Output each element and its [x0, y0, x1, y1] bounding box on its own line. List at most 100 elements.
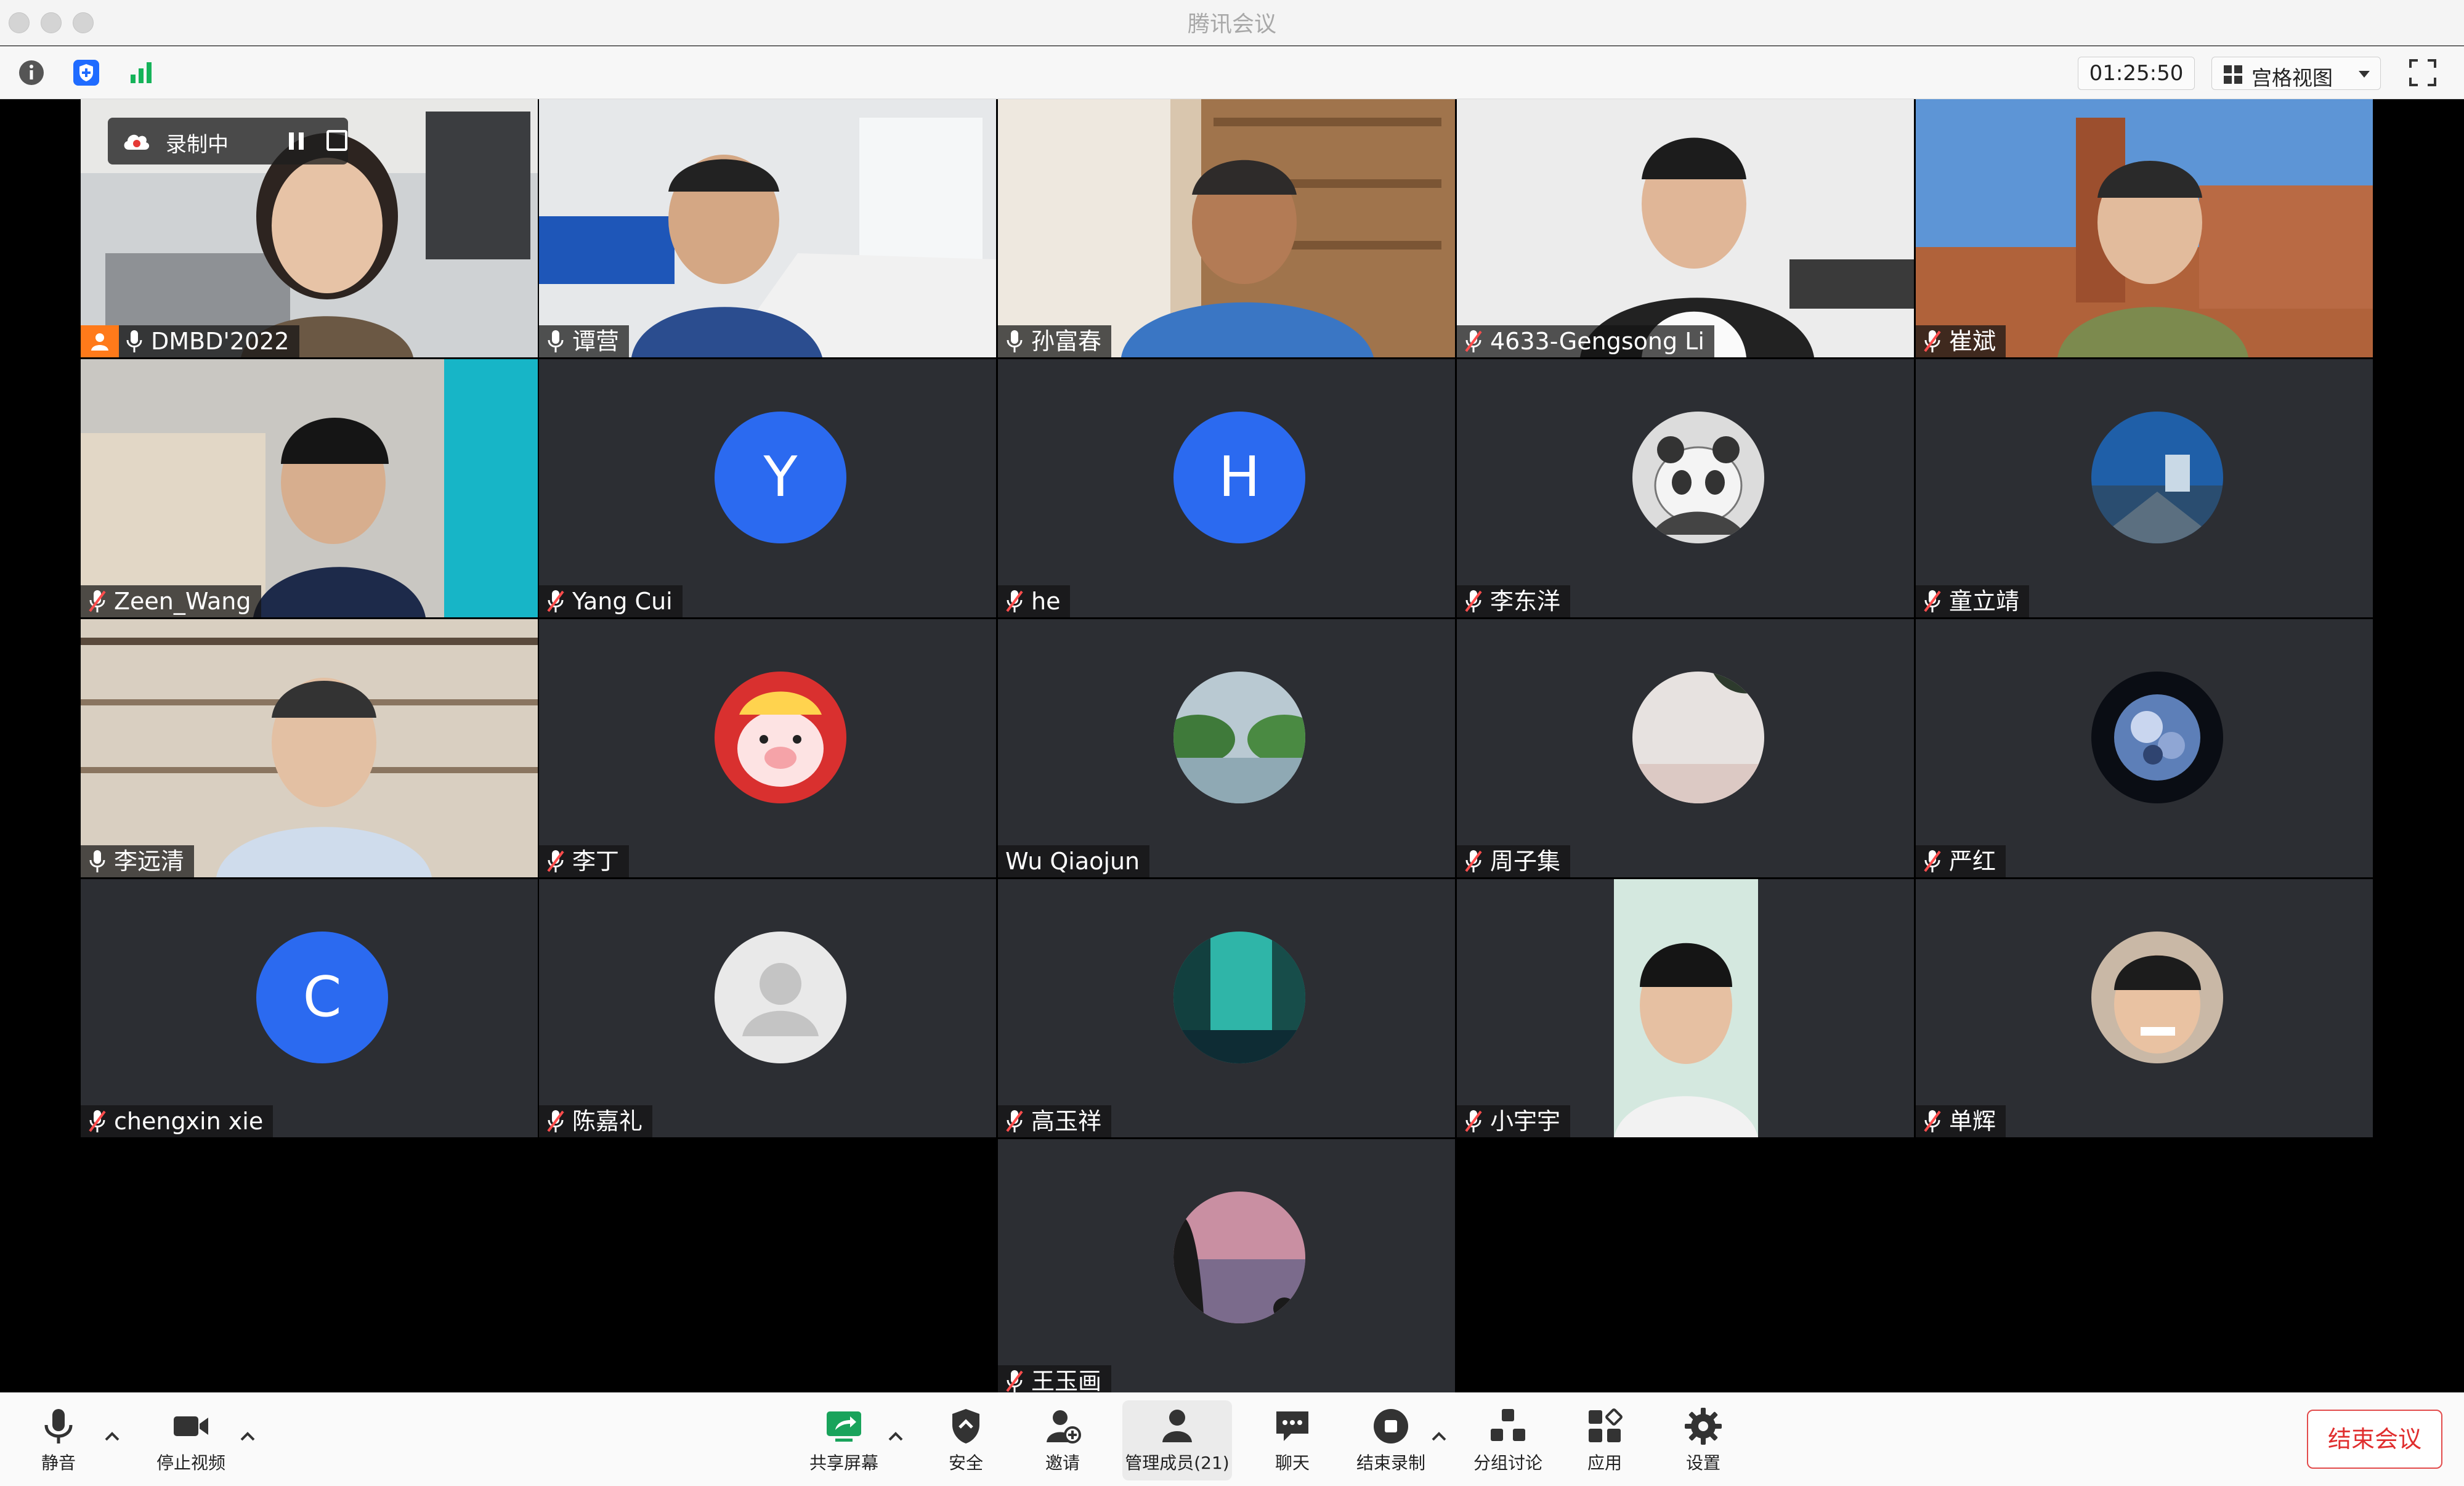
microphone-icon	[44, 1409, 73, 1443]
participant-tile[interactable]: 童立靖	[1916, 359, 2373, 617]
participant-tile[interactable]: 录制中 DMBD'2022	[81, 99, 538, 357]
apps-button[interactable]: 应用	[1568, 1400, 1642, 1480]
invite-button[interactable]: 邀请	[1026, 1400, 1100, 1480]
pause-recording-icon[interactable]	[285, 130, 307, 152]
avatar	[2091, 412, 2223, 543]
microphone-muted-icon	[89, 590, 106, 612]
mute-button[interactable]: 静音	[25, 1400, 92, 1480]
stop-video-button[interactable]: 停止视频	[145, 1400, 237, 1480]
avatar	[2091, 672, 2223, 803]
participant-tile[interactable]: 严红	[1916, 619, 2373, 877]
participant-tile[interactable]: Y Yang Cui	[539, 359, 996, 617]
stop-recording-icon[interactable]	[326, 130, 347, 151]
host-badge	[81, 325, 119, 357]
participant-tile[interactable]: 李远清	[81, 619, 538, 877]
chevron-up-icon[interactable]	[1430, 1430, 1448, 1442]
participant-tile[interactable]: 谭营	[539, 99, 996, 357]
participant-name-bar: 严红	[1916, 845, 2006, 877]
participant-tile[interactable]: 4633-Gengsong Li	[1457, 99, 1914, 357]
participant-name: 周子集	[1490, 848, 1561, 875]
participant-tile[interactable]: 高玉祥	[998, 879, 1455, 1137]
microphone-muted-icon	[1465, 1110, 1482, 1132]
microphone-muted-icon	[1006, 1110, 1023, 1132]
info-icon[interactable]	[17, 59, 46, 87]
share-screen-button[interactable]: 共享屏幕	[804, 1400, 884, 1480]
security-button[interactable]: 安全	[929, 1400, 1003, 1480]
chevron-up-icon[interactable]	[103, 1430, 121, 1442]
grid-view-icon	[2224, 65, 2242, 84]
participant-name: 谭营	[572, 328, 620, 355]
cloud-recording-icon	[124, 134, 150, 150]
stop-video-label: 停止视频	[156, 1453, 225, 1473]
meeting-toolbar: 静音 停止视频 共享屏幕 安全 邀请 管理成员(21) 聊天 结束录制 分组讨论…	[0, 1392, 2464, 1486]
end-meeting-button[interactable]: 结束会议	[2307, 1410, 2442, 1469]
window-title: 腾讯会议	[1187, 12, 1276, 37]
title-bar: 腾讯会议	[0, 0, 2464, 46]
stop-record-icon	[1374, 1409, 1408, 1443]
participant-tile[interactable]: Wu Qiaojun	[998, 619, 1455, 877]
chevron-up-icon[interactable]	[887, 1430, 904, 1442]
participant-tile[interactable]: Zeen_Wang	[81, 359, 538, 617]
participant-tile[interactable]: 崔斌	[1916, 99, 2373, 357]
avatar	[1173, 672, 1305, 803]
network-signal-icon[interactable]	[127, 59, 155, 87]
participant-name-bar: 周子集	[1457, 845, 1571, 877]
participant-name: DMBD'2022	[151, 328, 290, 355]
chat-button[interactable]: 聊天	[1255, 1400, 1329, 1480]
participant-video	[539, 99, 996, 357]
end-recording-button[interactable]: 结束录制	[1349, 1400, 1433, 1480]
microphone-icon	[89, 850, 105, 872]
participant-video	[81, 359, 538, 617]
participant-tile[interactable]: 周子集	[1457, 619, 1914, 877]
chevron-up-icon[interactable]	[239, 1430, 256, 1442]
participant-tile[interactable]: C chengxin xie	[81, 879, 538, 1137]
participant-name-bar: 4633-Gengsong Li	[1457, 325, 1714, 357]
settings-label: 设置	[1685, 1453, 1720, 1473]
avatar	[1632, 412, 1764, 543]
view-mode-dropdown[interactable]: 宫格视图	[2211, 57, 2381, 90]
participant-name-bar: 李远清	[81, 845, 195, 877]
security-shield-icon[interactable]	[72, 59, 100, 87]
security-label: 安全	[948, 1453, 983, 1473]
participant-name: Yang Cui	[572, 588, 673, 615]
participant-name: 崔斌	[1949, 328, 1996, 355]
manage-members-button[interactable]: 管理成员(21)	[1122, 1400, 1232, 1480]
participant-name-bar: 崔斌	[1916, 325, 2006, 357]
participant-tile[interactable]: 陈嘉礼	[539, 879, 996, 1137]
fullscreen-icon[interactable]	[2407, 57, 2438, 88]
avatar: Y	[715, 412, 846, 543]
chevron-down-icon	[2359, 71, 2370, 78]
breakout-rooms-label: 分组讨论	[1473, 1453, 1542, 1473]
participant-video	[998, 99, 1455, 357]
participant-video	[1614, 879, 1758, 1137]
participant-tile[interactable]: 单辉	[1916, 879, 2373, 1137]
video-camera-icon	[174, 1416, 208, 1436]
participant-tile[interactable]: 李丁	[539, 619, 996, 877]
participant-name: 高玉祥	[1031, 1108, 1102, 1135]
participant-tile[interactable]: 小宇宇	[1457, 879, 1914, 1137]
participant-name: 童立靖	[1949, 588, 2020, 615]
microphone-icon	[548, 330, 564, 352]
microphone-muted-icon	[1924, 1110, 1941, 1132]
participant-name: 孙富春	[1031, 328, 1102, 355]
microphone-muted-icon	[1465, 850, 1482, 872]
participant-tile[interactable]: 孙富春	[998, 99, 1455, 357]
participant-tile[interactable]: H he	[998, 359, 1455, 617]
avatar	[1173, 1192, 1305, 1323]
manage-members-label: 管理成员(21)	[1125, 1453, 1230, 1473]
participant-name: 李东洋	[1490, 588, 1561, 615]
participant-tile[interactable]: 李东洋	[1457, 359, 1914, 617]
participant-name: 单辉	[1949, 1108, 1996, 1135]
participant-tile[interactable]: 王玉画	[998, 1139, 1455, 1397]
avatar	[2091, 932, 2223, 1063]
members-icon	[1162, 1410, 1192, 1442]
breakout-rooms-button[interactable]: 分组讨论	[1465, 1400, 1551, 1480]
shield-icon	[952, 1409, 979, 1443]
end-recording-label: 结束录制	[1356, 1453, 1425, 1473]
settings-button[interactable]: 设置	[1666, 1400, 1740, 1480]
participant-name-bar: Zeen_Wang	[81, 585, 261, 617]
microphone-muted-icon	[547, 1110, 564, 1132]
microphone-muted-icon	[547, 850, 564, 872]
participant-name: chengxin xie	[114, 1108, 264, 1135]
microphone-icon	[1007, 330, 1023, 352]
